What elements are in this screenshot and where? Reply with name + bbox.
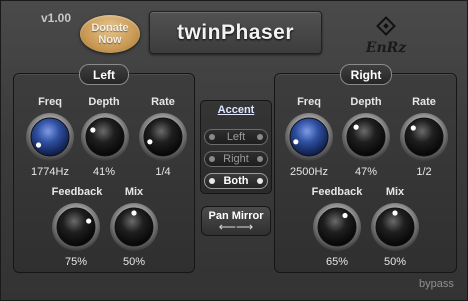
left-freq-value: 1774Hz [31,166,69,178]
right-depth-knob[interactable] [341,112,391,162]
accent-left-dot-left [209,134,215,140]
right-mix-value: 50% [383,256,407,268]
right-depth-value: 47% [354,166,378,178]
accent-left-label: Left [226,131,246,143]
accent-both-dot-right [257,178,263,184]
left-freq-label: Freq [38,96,62,108]
knob-graphic [26,113,74,161]
knob-indicator [86,218,92,224]
left-rate-value: 1/4 [155,166,171,178]
knob-graphic [285,113,333,161]
left-feedback-label: Feedback [51,186,103,198]
donate-line1: Donate [91,22,129,34]
knob-body [30,117,70,157]
title-plate: twinPhaser [149,11,322,54]
right-rate-label: Rate [412,96,436,108]
right-rate-knob[interactable] [399,112,449,162]
knob-indicator [293,139,299,145]
left-rate-knob[interactable] [138,112,188,162]
knob-body [289,117,329,157]
knob-indicator [392,210,398,216]
donate-line2: Now [98,34,122,46]
knob-body [85,117,125,157]
left-mix-value: 50% [122,256,146,268]
plugin-title: twinPhaser [176,20,295,44]
knob-body [143,117,183,157]
knob-graphic [139,113,187,161]
right-mix-label: Mix [385,186,405,198]
right-feedback-value: 65% [325,256,349,268]
knob-indicator [342,212,348,219]
accent-left-button[interactable]: Left [204,129,268,145]
knob-indicator [90,127,96,133]
knob-graphic [313,203,361,251]
knob-body [317,207,357,247]
accent-right-dot-right [257,156,263,162]
knob-body [346,117,386,157]
knob-graphic [371,203,419,251]
right-depth-label: Depth [350,96,382,108]
knob-indicator [147,139,153,145]
knob-graphic [52,203,100,251]
right-mix-knob[interactable] [370,202,420,252]
version-label: v1.00 [41,11,72,25]
accent-both-button[interactable]: Both [204,173,268,189]
right-feedback-label: Feedback [311,186,363,198]
accent-right-button[interactable]: Right [204,151,268,167]
knob-body [404,117,444,157]
accent-title: Accent [217,104,255,116]
right-freq-knob[interactable] [284,112,334,162]
right-panel-label: Right [340,64,392,85]
left-depth-knob[interactable] [80,112,130,162]
left-rate-label: Rate [151,96,175,108]
left-depth-value: 41% [92,166,116,178]
left-mix-knob[interactable] [109,202,159,252]
accent-right-dot-left [209,156,215,162]
knob-graphic [342,113,390,161]
right-freq-value: 2500Hz [290,166,328,178]
svg-text:EnRz: EnRz [365,40,407,56]
twinphaser-plugin: v1.00 Donate Now twinPhaser EnRz Left Fr… [0,0,468,301]
brand-logo: EnRz [356,14,416,58]
accent-both-label: Both [223,175,249,187]
knob-graphic [400,113,448,161]
knob-indicator [35,142,42,148]
knob-indicator [410,125,416,131]
right-rate-value: 1/2 [416,166,432,178]
left-feedback-value: 75% [64,256,88,268]
knob-graphic [81,113,129,161]
left-feedback-knob[interactable] [51,202,101,252]
knob-body [56,207,96,247]
knob-indicator [131,210,137,216]
left-freq-knob[interactable] [25,112,75,162]
left-panel-label: Left [79,64,129,85]
bypass-button[interactable]: bypass [419,278,454,290]
knob-graphic [110,203,158,251]
donate-button[interactable]: Donate Now [80,15,140,53]
pan-mirror-arrows-icon: ⟵⟶ [218,220,254,234]
right-freq-label: Freq [297,96,321,108]
right-feedback-knob[interactable] [312,202,362,252]
accent-right-label: Right [223,153,249,165]
knob-indicator [353,124,359,130]
pan-mirror-button[interactable]: Pan Mirror ⟵⟶ [201,206,271,236]
left-mix-label: Mix [124,186,144,198]
left-depth-label: Depth [88,96,120,108]
accent-left-dot-right [257,134,263,140]
accent-both-dot-left [209,178,215,184]
